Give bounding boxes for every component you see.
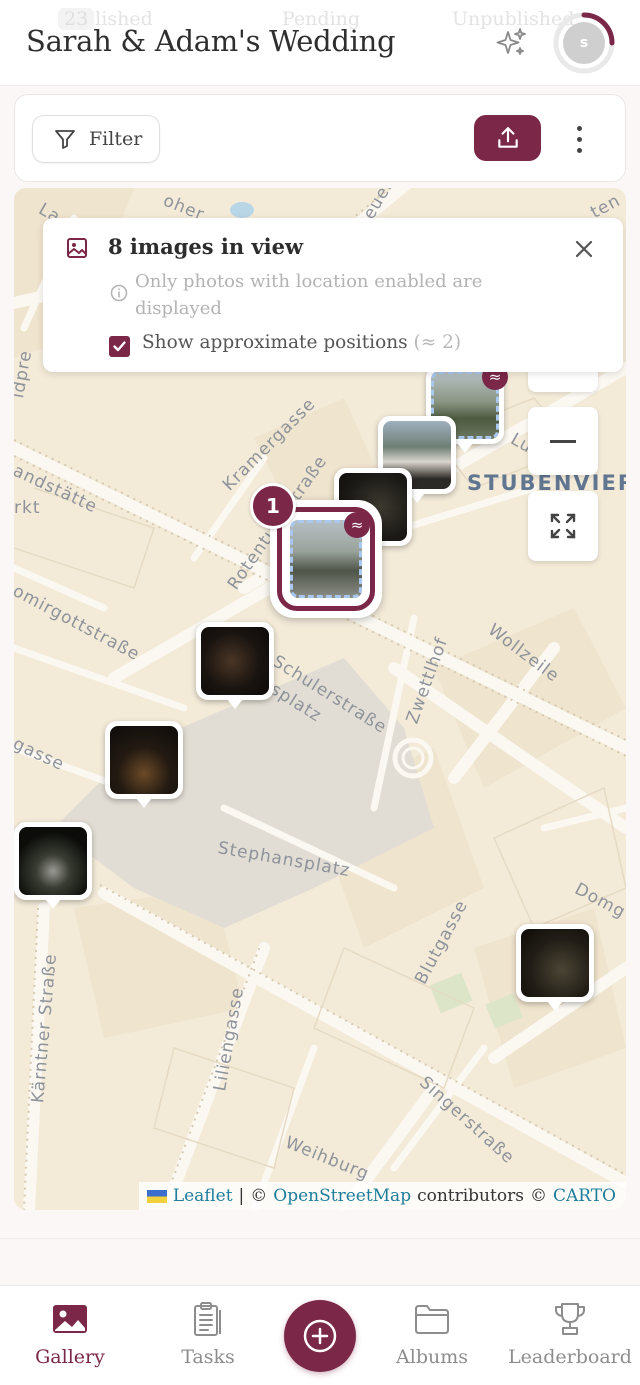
folder-icon [412, 1300, 452, 1338]
nav-tasks[interactable]: Tasks [138, 1300, 278, 1368]
add-photo-button[interactable] [284, 1300, 356, 1372]
zoom-out-button[interactable] [528, 407, 598, 475]
sparkle-icon[interactable] [494, 26, 528, 60]
more-options-button[interactable] [563, 121, 595, 157]
upload-icon [497, 127, 518, 148]
avatar[interactable]: s [563, 22, 605, 64]
photo-thumbnail [19, 827, 87, 895]
filter-icon [55, 130, 75, 149]
leaflet-link[interactable]: Leaflet [173, 1186, 233, 1206]
page-title: Sarah & Adam's Wedding [26, 24, 396, 58]
close-icon[interactable] [573, 238, 595, 260]
approximate-count: (≈ 2) [413, 332, 462, 353]
photo-marker[interactable] [14, 822, 92, 909]
minus-icon [550, 439, 576, 443]
photo-marker[interactable] [196, 622, 274, 709]
nav-leaderboard[interactable]: Leaderboard [500, 1300, 640, 1368]
photo-thumbnail [110, 726, 178, 794]
approximate-positions-checkbox[interactable] [109, 336, 130, 357]
cluster-count-badge[interactable]: 1 [250, 483, 296, 529]
photo-map[interactable]: Kramergasse Rotenturmstraße Wollzeile Zw… [14, 188, 626, 1210]
checkmark-icon [113, 341, 126, 352]
location-note: Only photos with location enabled are di… [135, 271, 483, 319]
image-icon [50, 1300, 90, 1338]
info-icon [110, 284, 128, 302]
gallery-toolbar: Filter [14, 94, 626, 182]
approx-badge: ≈ [344, 512, 370, 538]
street-label-rkt: rkt [14, 498, 41, 518]
ukraine-flag-icon [146, 1189, 167, 1203]
trophy-icon [550, 1300, 590, 1338]
carto-link[interactable]: CARTO [553, 1186, 616, 1206]
approximate-positions-label[interactable]: Show approximate positions (≈ 2) [142, 332, 461, 353]
openstreetmap-link[interactable]: OpenStreetMap [273, 1186, 411, 1206]
divider [0, 1238, 640, 1239]
plus-circle-icon [303, 1319, 337, 1353]
image-icon [67, 238, 87, 258]
photo-marker[interactable] [105, 721, 183, 808]
photo-thumbnail [521, 929, 589, 997]
filter-button[interactable]: Filter [32, 115, 160, 163]
nav-gallery[interactable]: Gallery [0, 1300, 140, 1368]
photo-marker[interactable] [516, 924, 594, 1011]
map-attribution: Leaflet | © OpenStreetMap contributors ©… [138, 1182, 626, 1210]
expand-icon [550, 513, 576, 539]
images-in-view-title: 8 images in view [108, 234, 304, 259]
photo-thumbnail [201, 627, 269, 695]
filter-label: Filter [89, 128, 143, 150]
clipboard-icon [188, 1300, 228, 1338]
bottom-navigation: Gallery Tasks Albums Leaderboard [0, 1285, 640, 1385]
nav-albums[interactable]: Albums [362, 1300, 502, 1368]
fullscreen-button[interactable] [528, 491, 598, 561]
app-header: Published 23 Pending Unpublished Sarah &… [0, 0, 640, 86]
images-in-view-panel: 8 images in view Only photos with locati… [43, 218, 623, 372]
upload-button[interactable] [474, 115, 541, 161]
